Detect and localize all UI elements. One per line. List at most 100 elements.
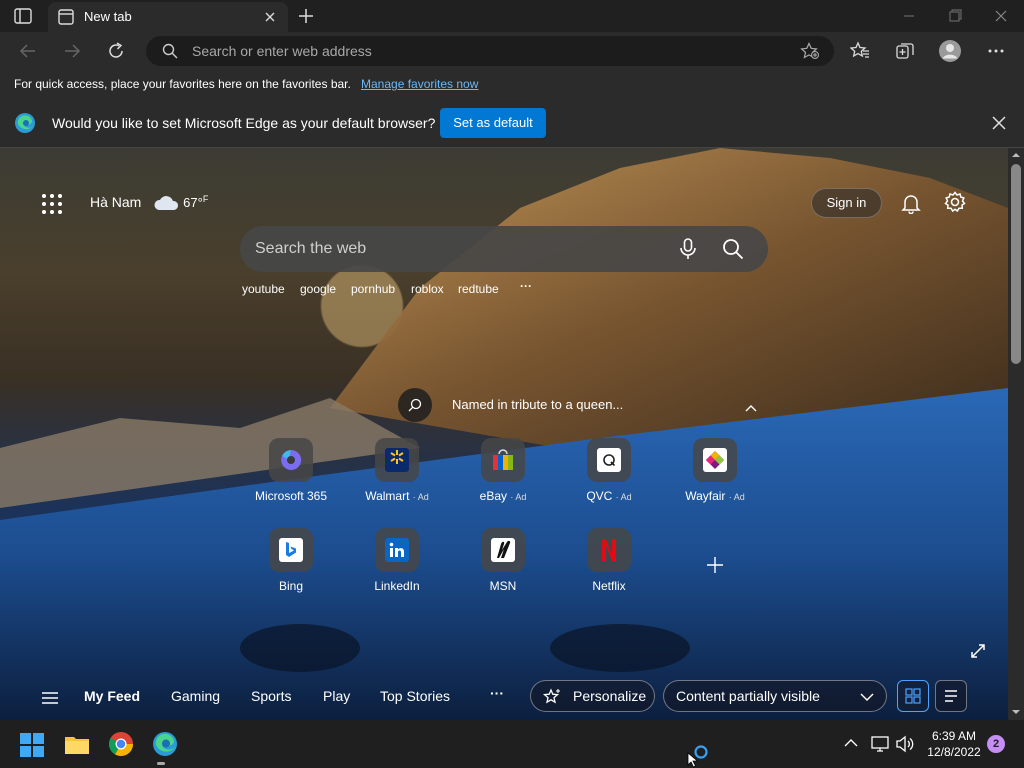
quick-link-netflix[interactable]: Netflix (564, 528, 654, 608)
quick-link-ebay[interactable]: eBay · Ad (458, 438, 548, 518)
visual-search-button[interactable] (398, 388, 432, 422)
feed-tab-play[interactable]: Play (323, 688, 350, 704)
refresh-icon[interactable] (106, 41, 126, 61)
feed-tab-gaming[interactable]: Gaming (171, 688, 220, 704)
set-as-default-button[interactable]: Set as default (440, 108, 546, 138)
feed-tab-sports[interactable]: Sports (251, 688, 291, 704)
trending-search-item[interactable]: pornhub (351, 282, 395, 296)
notification-count-badge[interactable]: 2 (987, 735, 1005, 753)
quick-link-label: Netflix (592, 579, 626, 593)
more-feed-tabs-button[interactable]: ··· (490, 685, 504, 701)
chevron-up-icon[interactable] (745, 404, 757, 412)
edge-taskbar-icon[interactable] (151, 730, 179, 758)
personalize-button[interactable]: Personalize (530, 680, 655, 712)
network-icon[interactable] (870, 735, 890, 753)
quick-link-label: MSN (489, 579, 517, 593)
page-scrollbar[interactable] (1008, 148, 1024, 720)
address-input[interactable] (192, 36, 752, 66)
ad-label: · Ad (510, 492, 527, 502)
back-arrow-icon[interactable] (18, 41, 38, 61)
cloud-icon (154, 196, 179, 211)
edge-logo-icon (15, 113, 35, 133)
restore-icon[interactable] (944, 6, 966, 26)
window-close-icon[interactable] (990, 6, 1012, 26)
favorites-bar: For quick access, place your favorites h… (0, 70, 1024, 98)
search-submit-icon[interactable] (722, 238, 744, 260)
weather-unit: F (202, 194, 209, 204)
clock-date: 12/8/2022 (927, 745, 981, 759)
quick-link-label: eBay (479, 489, 507, 503)
trending-search-item[interactable]: roblox (411, 282, 444, 296)
feed-tab-top-stories[interactable]: Top Stories (380, 688, 450, 704)
new-tab-page-icon (58, 9, 74, 25)
show-hidden-icons-chevron-icon[interactable] (844, 737, 858, 749)
web-search-input[interactable] (255, 226, 655, 272)
grid-view-icon (905, 688, 921, 704)
chrome-icon[interactable] (107, 730, 135, 758)
sign-in-button[interactable]: Sign in (811, 188, 882, 218)
microsoft-365-icon (269, 438, 313, 482)
system-clock[interactable]: 6:39 AM 12/8/2022 (918, 728, 990, 760)
search-icon (162, 43, 178, 59)
windows-start-icon[interactable] (19, 732, 45, 758)
quick-link-bing[interactable]: Bing (246, 528, 336, 608)
more-trending-button[interactable]: ··· (520, 279, 532, 293)
feed-tab-my-feed[interactable]: My Feed (84, 688, 140, 704)
netflix-icon (587, 528, 631, 572)
windows-taskbar: 6:39 AM 12/8/2022 2 (0, 720, 1024, 768)
tab-title: New tab (84, 9, 132, 24)
scroll-down-arrow-icon[interactable] (1012, 708, 1020, 716)
tab-bar: New tab (0, 0, 1024, 32)
scroll-up-arrow-icon[interactable] (1012, 151, 1020, 159)
quick-link-msn[interactable]: MSN (458, 528, 548, 608)
scrollbar-thumb[interactable] (1011, 164, 1021, 364)
personalize-label: Personalize (573, 688, 647, 704)
web-search-box[interactable] (240, 226, 768, 272)
clock-time: 6:39 AM (931, 729, 977, 743)
content-visibility-dropdown[interactable]: Content partially visible (663, 680, 887, 712)
profile-avatar-icon[interactable] (938, 39, 962, 63)
weather-widget[interactable]: Hà Nam 67°F (90, 194, 208, 211)
add-favorite-star-icon[interactable] (800, 42, 820, 60)
quick-link-qvc[interactable]: QVC · Ad (564, 438, 654, 518)
browser-toolbar (0, 32, 1024, 70)
volume-icon[interactable] (895, 735, 915, 753)
trending-search-item[interactable]: google (300, 282, 336, 296)
expand-fullscreen-icon[interactable] (969, 642, 987, 660)
quick-link-walmart[interactable]: Walmart · Ad (352, 438, 442, 518)
infobar-close-icon[interactable] (990, 114, 1008, 132)
grid-layout-button[interactable] (897, 680, 929, 712)
quick-link-linkedin[interactable]: LinkedIn (352, 528, 442, 608)
favorites-icon[interactable] (850, 41, 870, 61)
address-bar[interactable] (146, 36, 834, 66)
trending-search-item[interactable]: redtube (458, 282, 499, 296)
settings-more-icon[interactable] (986, 41, 1006, 61)
manage-favorites-link[interactable]: Manage favorites now (361, 77, 478, 91)
tab-new-tab[interactable]: New tab (48, 2, 288, 32)
active-app-indicator (157, 762, 165, 765)
tab-close-icon[interactable] (262, 9, 278, 25)
image-caption[interactable]: Named in tribute to a queen... (452, 397, 623, 412)
collections-icon[interactable] (895, 41, 915, 61)
add-quick-link-plus-icon[interactable] (700, 550, 730, 580)
hamburger-menu-icon[interactable] (40, 690, 60, 706)
quick-link-wayfair[interactable]: Wayfair · Ad (670, 438, 760, 518)
quick-link-microsoft-365[interactable]: Microsoft 365 (246, 438, 336, 518)
forward-arrow-icon[interactable] (62, 41, 82, 61)
quick-link-label: QVC (586, 489, 613, 503)
weather-location: Hà Nam (90, 194, 142, 210)
new-tab-page: Hà Nam 67°F Sign in youtube google pornh… (0, 148, 1008, 720)
tab-actions-icon[interactable] (14, 8, 32, 24)
quick-link-label: LinkedIn (374, 579, 420, 593)
minimize-icon[interactable] (898, 6, 920, 26)
app-launcher-grid-icon[interactable] (40, 192, 64, 216)
microphone-icon[interactable] (678, 238, 698, 260)
page-settings-gear-icon[interactable] (944, 191, 966, 213)
new-tab-plus-icon[interactable] (296, 6, 316, 26)
msn-icon (481, 528, 525, 572)
file-explorer-icon[interactable] (63, 730, 91, 758)
notification-bell-icon[interactable] (900, 192, 922, 214)
list-layout-button[interactable] (935, 680, 967, 712)
favorites-bar-hint: For quick access, place your favorites h… (14, 77, 351, 91)
trending-search-item[interactable]: youtube (242, 282, 285, 296)
